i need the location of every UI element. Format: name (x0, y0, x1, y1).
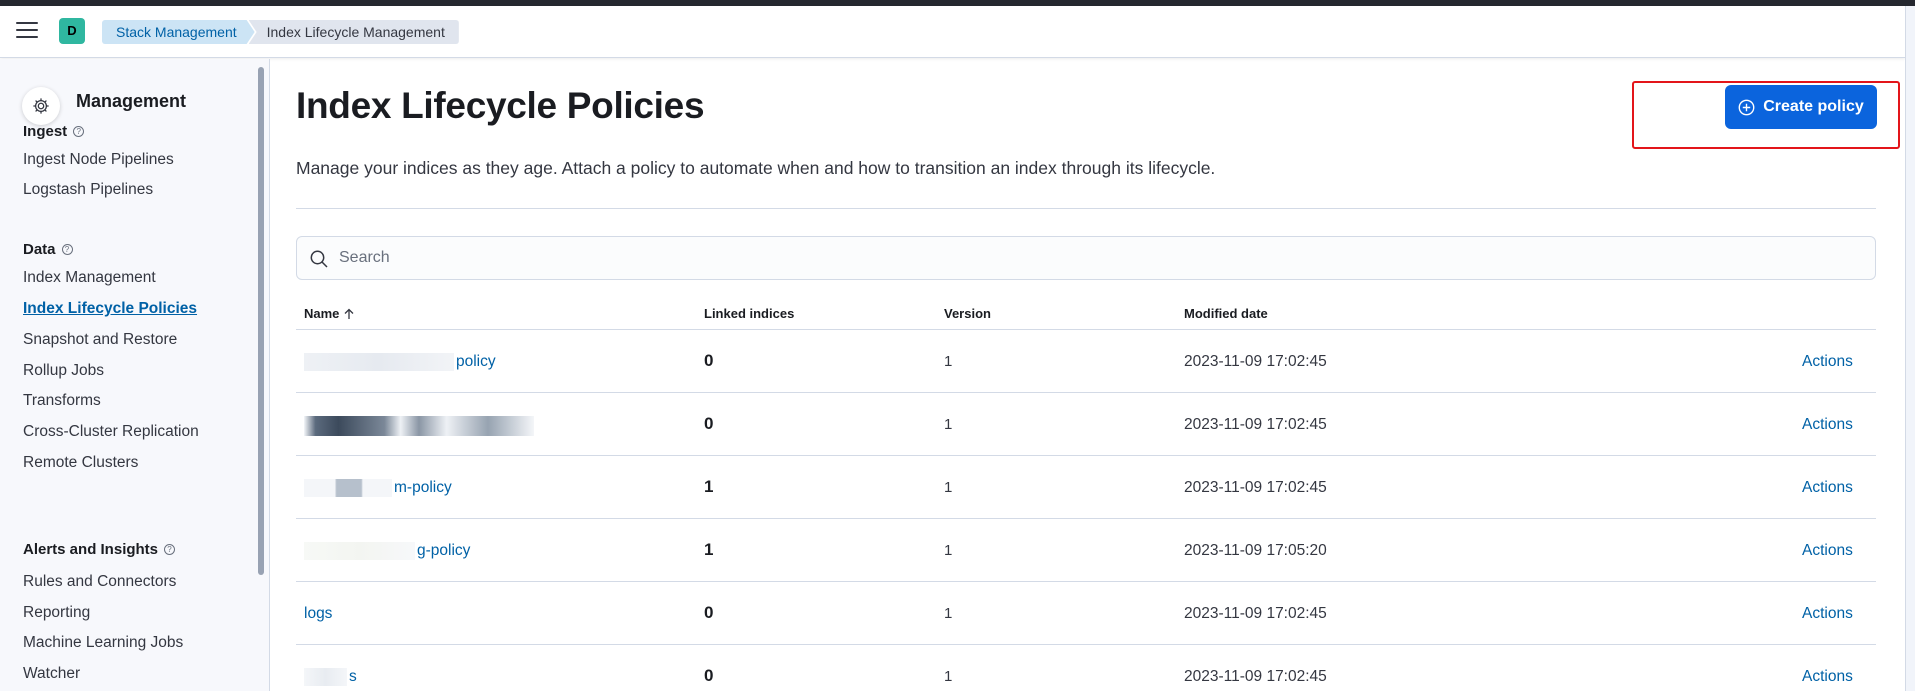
sidebar-item-ingest-node-pipelines[interactable]: Ingest Node Pipelines (23, 151, 174, 169)
version-value: 1 (944, 542, 953, 559)
header-bar: D Stack Management Index Lifecycle Manag… (0, 6, 1905, 58)
page-title: Index Lifecycle Policies (296, 85, 705, 126)
table-row: policy 0 1 2023-11-09 17:02:45 Actions (296, 331, 1876, 393)
help-icon[interactable]: ? (164, 544, 176, 555)
section-ingest: Ingest? (23, 123, 85, 140)
create-policy-label: Create policy (1763, 98, 1864, 115)
space-avatar[interactable]: D (59, 18, 85, 44)
redacted-text (304, 542, 415, 560)
help-icon[interactable]: ? (73, 126, 85, 137)
sidebar-item-snapshot-and-restore[interactable]: Snapshot and Restore (23, 331, 177, 349)
linked-indices-value: 0 (704, 666, 714, 685)
sidebar-item-machine-learning-jobs[interactable]: Machine Learning Jobs (23, 634, 183, 652)
column-header-modified-date[interactable]: Modified date (1184, 306, 1268, 321)
sidebar-title: Management (76, 91, 187, 111)
plus-circle-icon (1738, 99, 1755, 115)
column-header-linked-indices[interactable]: Linked indices (704, 306, 794, 321)
redacted-text (304, 668, 347, 686)
section-label: Ingest (23, 123, 68, 140)
search-icon (310, 250, 328, 268)
header-divider (296, 208, 1876, 209)
sidebar-item-watcher[interactable]: Watcher (23, 665, 80, 683)
modified-date-value: 2023-11-09 17:02:45 (1184, 479, 1327, 496)
policy-name-link[interactable]: m-policy (304, 479, 452, 497)
breadcrumb: Stack Management Index Lifecycle Managem… (102, 20, 459, 44)
sidebar-item-reporting[interactable]: Reporting (23, 604, 90, 622)
policy-name-text: policy (456, 353, 496, 371)
actions-button[interactable]: Actions (1802, 542, 1853, 560)
sidebar-scrollbar[interactable] (258, 67, 264, 575)
main-content: Index Lifecycle Policies Manage your ind… (270, 59, 1905, 691)
policy-name-link[interactable]: s (304, 668, 357, 686)
gear-icon (22, 87, 60, 125)
column-header-version[interactable]: Version (944, 306, 991, 321)
sidebar: Management Ingest? Ingest Node Pipelines… (0, 59, 270, 691)
linked-indices-value: 0 (704, 603, 714, 622)
version-value: 1 (944, 668, 953, 685)
sidebar-item-transforms[interactable]: Transforms (23, 392, 101, 410)
sidebar-item-logstash-pipelines[interactable]: Logstash Pipelines (23, 181, 153, 199)
version-value: 1 (944, 479, 953, 496)
actions-button[interactable]: Actions (1802, 605, 1853, 623)
linked-indices-value: 0 (704, 414, 714, 433)
redacted-text (304, 353, 454, 371)
hamburger-menu-icon[interactable] (16, 22, 38, 42)
version-value: 1 (944, 353, 953, 370)
actions-button[interactable]: Actions (1802, 416, 1853, 434)
modified-date-value: 2023-11-09 17:02:45 (1184, 353, 1327, 370)
section-label: Alerts and Insights (23, 541, 159, 558)
table-row: m-policy 1 1 2023-11-09 17:02:45 Actions (296, 457, 1876, 519)
modified-date-value: 2023-11-09 17:02:45 (1184, 605, 1327, 622)
sidebar-item-cross-cluster-replication[interactable]: Cross-Cluster Replication (23, 423, 199, 441)
table-row: 0 1 2023-11-09 17:02:45 Actions (296, 394, 1876, 456)
sidebar-item-index-lifecycle-policies[interactable]: Index Lifecycle Policies (23, 300, 197, 318)
column-header-name[interactable]: Name (304, 306, 355, 321)
help-icon[interactable]: ? (61, 244, 73, 255)
table-row: logs 0 1 2023-11-09 17:02:45 Actions (296, 583, 1876, 645)
version-value: 1 (944, 416, 953, 433)
actions-button[interactable]: Actions (1802, 668, 1853, 686)
sidebar-item-rollup-jobs[interactable]: Rollup Jobs (23, 362, 104, 380)
actions-button[interactable]: Actions (1802, 479, 1853, 497)
search-box[interactable] (296, 236, 1876, 280)
breadcrumb-index-lifecycle-management: Index Lifecycle Management (248, 20, 459, 44)
policy-name-link[interactable]: g-policy (304, 542, 470, 560)
linked-indices-value: 1 (704, 477, 714, 496)
redacted-text (304, 416, 534, 436)
breadcrumb-stack-management[interactable]: Stack Management (102, 20, 255, 44)
policy-name-text: m-policy (394, 479, 452, 497)
page-description: Manage your indices as they age. Attach … (296, 158, 1216, 178)
sidebar-item-index-management[interactable]: Index Management (23, 269, 156, 287)
modified-date-value: 2023-11-09 17:05:20 (1184, 542, 1327, 559)
modified-date-value: 2023-11-09 17:02:45 (1184, 416, 1327, 433)
search-input[interactable] (339, 237, 1859, 279)
sidebar-item-remote-clusters[interactable]: Remote Clusters (23, 454, 138, 472)
create-policy-button[interactable]: Create policy (1725, 85, 1877, 129)
linked-indices-value: 0 (704, 351, 714, 370)
window-scrollbar[interactable] (1905, 6, 1915, 691)
section-data: Data? (23, 241, 73, 258)
policy-name-link[interactable]: policy (304, 353, 496, 371)
table-row: s 0 1 2023-11-09 17:02:45 Actions (296, 646, 1876, 691)
actions-button[interactable]: Actions (1802, 353, 1853, 371)
column-label: Name (304, 306, 340, 321)
sidebar-item-rules-and-connectors[interactable]: Rules and Connectors (23, 573, 176, 591)
section-alerts-and-insights: Alerts and Insights? (23, 541, 176, 558)
redacted-text (304, 479, 392, 497)
sort-ascending-icon (344, 308, 354, 319)
policy-name-link[interactable]: logs (304, 605, 332, 623)
table-header: Name Linked indices Version Modified dat… (296, 296, 1876, 330)
policy-name-link[interactable] (304, 416, 536, 436)
policy-name-text: s (349, 668, 357, 686)
section-label: Data (23, 241, 56, 258)
version-value: 1 (944, 605, 953, 622)
linked-indices-value: 1 (704, 540, 714, 559)
table-row: g-policy 1 1 2023-11-09 17:05:20 Actions (296, 520, 1876, 582)
policy-name-text: g-policy (417, 542, 471, 560)
modified-date-value: 2023-11-09 17:02:45 (1184, 668, 1327, 685)
